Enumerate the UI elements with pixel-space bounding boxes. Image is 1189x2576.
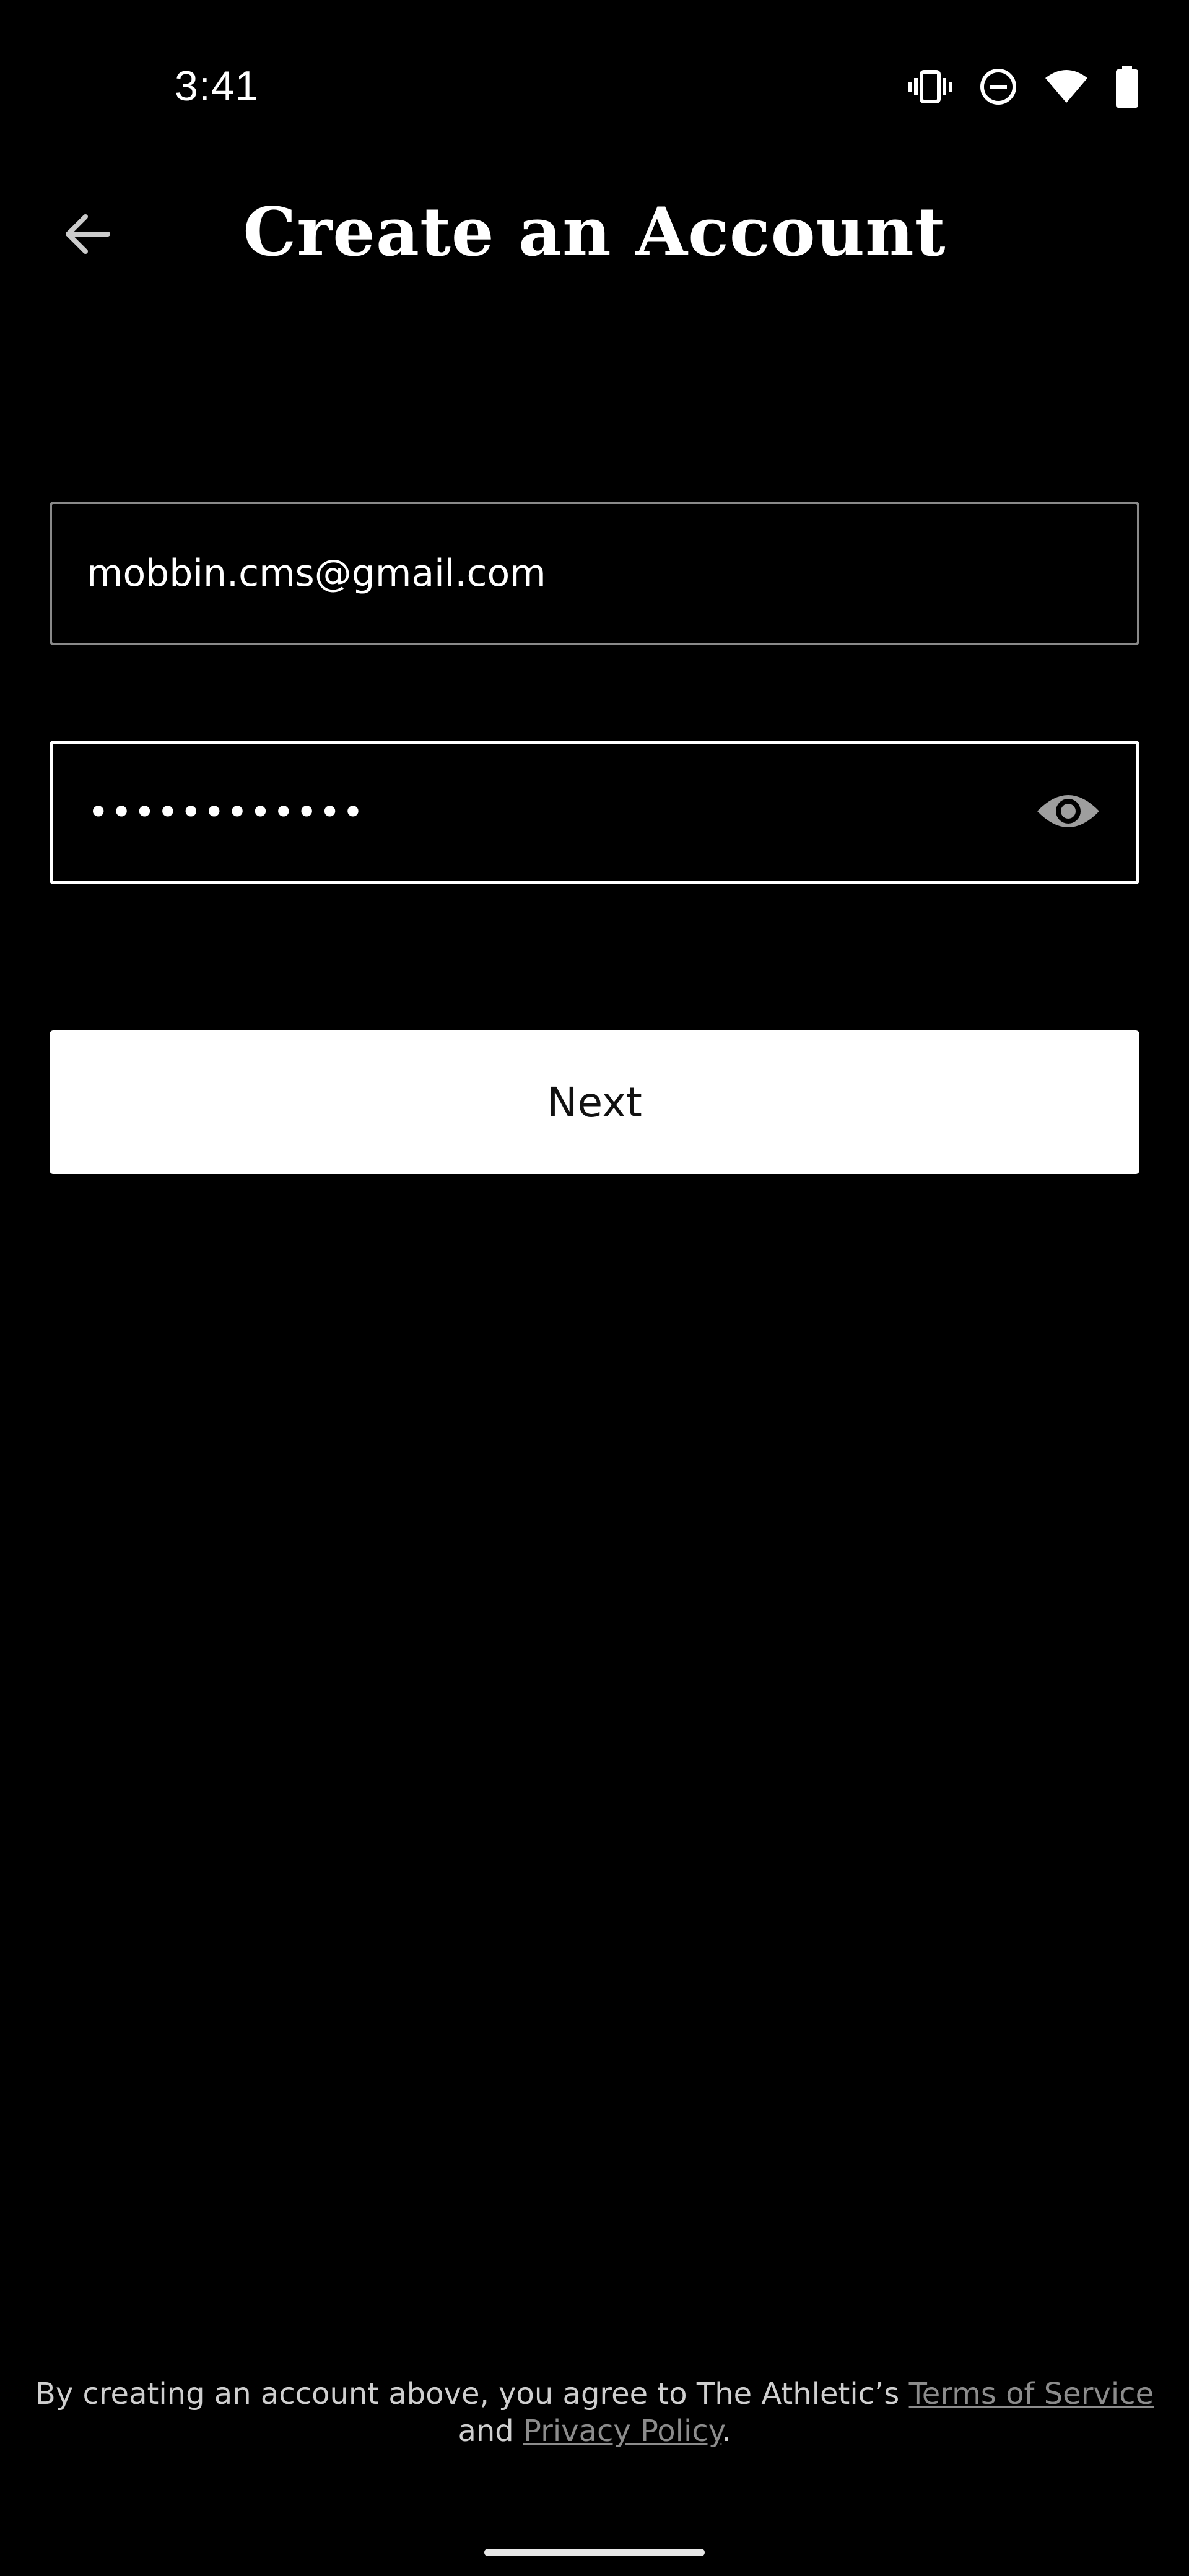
- legal-text-before: By creating an account above, you agree …: [35, 2377, 909, 2411]
- gesture-nav-handle[interactable]: [484, 2549, 705, 2556]
- password-input[interactable]: ••••••••••••: [87, 791, 1031, 834]
- battery-icon: [1115, 66, 1139, 108]
- email-input[interactable]: [87, 552, 1106, 595]
- wifi-icon: [1044, 68, 1089, 105]
- next-button[interactable]: Next: [50, 1030, 1139, 1174]
- page-title: Create an Account: [243, 193, 946, 271]
- eye-icon: [1035, 789, 1102, 837]
- legal-text-middle: and: [458, 2414, 523, 2448]
- legal-notice: By creating an account above, you agree …: [25, 2375, 1164, 2450]
- legal-text-after: .: [721, 2414, 731, 2448]
- toggle-password-visibility-button[interactable]: [1031, 775, 1105, 850]
- app-bar: Create an Account: [0, 180, 1189, 291]
- do-not-disturb-icon: [978, 67, 1018, 107]
- status-time: 3:41: [175, 63, 259, 110]
- terms-of-service-link[interactable]: Terms of Service: [909, 2377, 1154, 2411]
- status-bar: 3:41: [0, 0, 1189, 186]
- vibrate-icon: [908, 68, 952, 105]
- status-icons: [908, 66, 1139, 108]
- privacy-policy-link[interactable]: Privacy Policy: [523, 2414, 721, 2448]
- email-field[interactable]: [50, 502, 1139, 645]
- password-field[interactable]: ••••••••••••: [50, 741, 1139, 884]
